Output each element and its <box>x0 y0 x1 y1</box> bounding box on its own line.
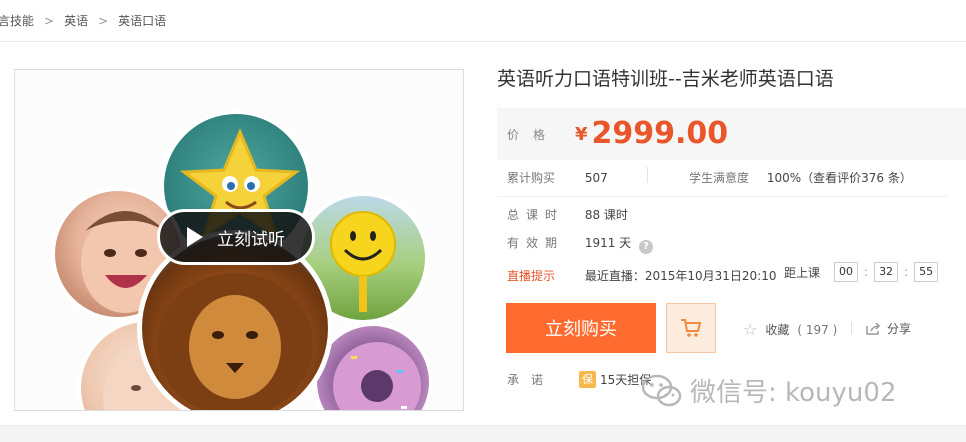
favorite-label: 收藏 <box>765 323 790 337</box>
play-icon <box>187 227 203 247</box>
share-icon <box>866 321 881 335</box>
course-title: 英语听力口语特训班--吉米老师英语口语 <box>497 68 834 90</box>
live-schedule: 最近直播：2015年10月31日20:10 <box>584 269 777 283</box>
cart-icon <box>681 319 702 337</box>
live-row: 直播提示 最近直播：2015年10月31日20:10 距上课 00 : 32 :… <box>507 262 947 284</box>
hours-row: 总课时 88 课时 <box>507 206 628 223</box>
divider <box>497 196 946 197</box>
countdown-minutes: 32 <box>874 262 899 282</box>
bottom-strip <box>0 425 966 442</box>
wechat-icon <box>642 374 682 406</box>
countdown-label: 距上课 <box>784 265 821 280</box>
hours-label: 总课时 <box>507 208 565 222</box>
breadcrumb: 言技能 > 英语 > 英语口语 <box>0 0 966 42</box>
price-box: 价格 ¥2999.00 <box>497 108 966 160</box>
validity-value: 1911 天 <box>584 236 632 250</box>
star-icon: ☆ <box>743 320 758 339</box>
countdown: 距上课 00 : 32 : 55 <box>784 262 939 282</box>
divider <box>647 167 648 183</box>
currency-symbol: ¥ <box>575 124 588 145</box>
buy-now-button[interactable]: 立刻购买 <box>506 303 656 353</box>
chevron-right-icon: > <box>44 13 55 28</box>
wechat-watermark: 微信号: kouyu02 <box>642 372 897 409</box>
price-label: 价格 <box>507 128 560 142</box>
countdown-seconds: 55 <box>914 262 939 282</box>
satisfaction-link[interactable]: 100%（查看评价376 条） <box>767 171 912 185</box>
purchases-label: 累计购买 <box>507 171 556 185</box>
favorite-button[interactable]: ☆ 收藏 ( 197 ) <box>743 320 837 339</box>
help-icon[interactable]: ? <box>639 240 654 254</box>
divider <box>851 322 852 334</box>
share-label: 分享 <box>887 322 912 336</box>
breadcrumb-item-language-skills[interactable]: 言技能 <box>0 12 34 29</box>
price-value: ¥2999.00 <box>575 116 728 151</box>
validity-row: 有效期 1911 天 ? <box>507 234 654 254</box>
price-amount: 2999.00 <box>591 116 729 151</box>
preview-play-label: 立刻试听 <box>217 229 285 250</box>
chevron-right-icon: > <box>98 13 109 28</box>
course-preview-image[interactable]: 立刻试听 <box>14 69 464 411</box>
breadcrumb-item-spoken-english[interactable]: 英语口语 <box>118 12 166 29</box>
live-label: 直播提示 <box>507 269 556 283</box>
guarantee-icon: 保 <box>579 371 596 388</box>
validity-label: 有效期 <box>507 236 565 250</box>
favorite-count: ( 197 ) <box>797 322 838 337</box>
add-to-cart-button[interactable] <box>666 303 716 353</box>
satisfaction-label: 学生满意度 <box>689 171 750 185</box>
stats-row: 累计购买 507 学生满意度 100%（查看评价376 条） <box>507 167 956 186</box>
share-button[interactable]: 分享 <box>865 320 911 337</box>
breadcrumb-item-english[interactable]: 英语 <box>64 12 88 29</box>
promise-label: 承 诺 <box>507 373 544 387</box>
purchases-count: 507 <box>584 171 608 185</box>
countdown-hours: 00 <box>834 262 859 282</box>
promise-row: 承 诺 保 15天担保 <box>507 371 651 388</box>
preview-play-button[interactable]: 立刻试听 <box>157 209 315 265</box>
watermark-text: 微信号: kouyu02 <box>690 378 897 408</box>
hours-value: 88 课时 <box>584 208 628 222</box>
